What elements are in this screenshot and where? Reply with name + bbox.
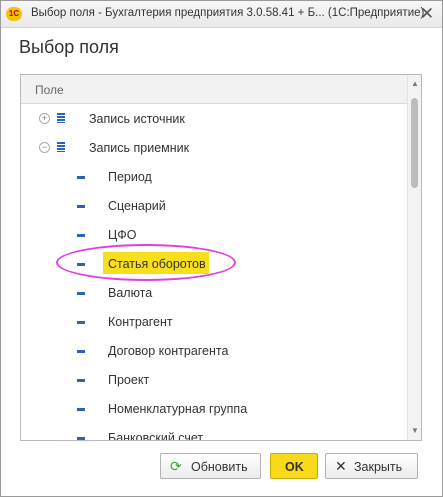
tree-row-target-record[interactable]: − Запись приемник (21, 133, 407, 162)
ok-button[interactable]: OK (270, 453, 318, 479)
page-title: Выбор поля (19, 37, 119, 57)
tree-column-header[interactable]: Поле (21, 75, 407, 104)
scroll-down-icon[interactable]: ▼ (410, 426, 420, 436)
field-icon (77, 263, 85, 266)
close-button-label: Закрыть (354, 460, 403, 474)
tree-row-scenario[interactable]: Сценарий (21, 191, 407, 220)
tree-row-counterparty[interactable]: Контрагент (21, 307, 407, 336)
field-icon (77, 205, 85, 208)
close-icon: ✕ (335, 458, 347, 474)
tree-row-label: Сценарий (108, 199, 166, 213)
tree-row-label: Договор контрагента (108, 344, 229, 358)
field-icon (77, 437, 85, 440)
column-header-label: Поле (35, 83, 64, 97)
tree-row-label: Статья оборотов (108, 257, 206, 271)
field-tree[interactable]: Поле + Запись источник − Запись приемник… (20, 74, 422, 441)
record-group-icon (57, 113, 65, 123)
tree-row-project[interactable]: Проект (21, 365, 407, 394)
tree-row-cfo[interactable]: ЦФО (21, 220, 407, 249)
tree-row-turnover-item[interactable]: Статья оборотов (21, 244, 407, 281)
field-icon (77, 321, 85, 324)
refresh-button-label: Обновить (191, 460, 248, 474)
window-title: Выбор поля - Бухгалтерия предприятия 3.0… (31, 7, 425, 19)
window-close-icon[interactable]: ✕ (417, 4, 437, 24)
field-icon (77, 234, 85, 237)
refresh-icon: ⟳ (170, 458, 182, 474)
tree-row-source-record[interactable]: + Запись источник (21, 104, 407, 133)
tree-row-label: Запись источник (89, 112, 185, 126)
collapse-icon[interactable]: − (39, 142, 50, 153)
tree-row-label: Банковский счет (108, 431, 204, 441)
record-group-icon (57, 142, 65, 152)
expand-icon[interactable]: + (39, 113, 50, 124)
tree-row-nomenclature-group[interactable]: Номенклатурная группа (21, 394, 407, 423)
field-icon (77, 292, 85, 295)
scroll-up-icon[interactable]: ▲ (410, 79, 420, 89)
app-logo-icon: 1С (6, 7, 22, 21)
tree-row-label: Период (108, 170, 152, 184)
field-icon (77, 176, 85, 179)
tree-row-label: Контрагент (108, 315, 173, 329)
refresh-button[interactable]: ⟳ Обновить (160, 453, 261, 479)
tree-row-label: Проект (108, 373, 150, 387)
tree-row-contract[interactable]: Договор контрагента (21, 336, 407, 365)
dialog-window: 1С Выбор поля - Бухгалтерия предприятия … (0, 0, 443, 497)
vertical-scrollbar[interactable]: ▲ ▼ (407, 75, 421, 440)
tree-row-period[interactable]: Период (21, 162, 407, 191)
field-icon (77, 379, 85, 382)
ok-button-label: OK (285, 460, 304, 474)
scroll-thumb[interactable] (411, 98, 418, 188)
title-bar[interactable]: 1С Выбор поля - Бухгалтерия предприятия … (1, 1, 442, 28)
close-button[interactable]: ✕ Закрыть (325, 453, 418, 479)
tree-row-label: Номенклатурная группа (108, 402, 248, 416)
tree-row-currency[interactable]: Валюта (21, 278, 407, 307)
tree-row-label: ЦФО (108, 228, 137, 242)
tree-row-label: Запись приемник (89, 141, 190, 155)
tree-row-label: Валюта (108, 286, 153, 300)
field-icon (77, 350, 85, 353)
field-icon (77, 408, 85, 411)
tree-row-bank-account[interactable]: Банковский счет (21, 423, 407, 441)
